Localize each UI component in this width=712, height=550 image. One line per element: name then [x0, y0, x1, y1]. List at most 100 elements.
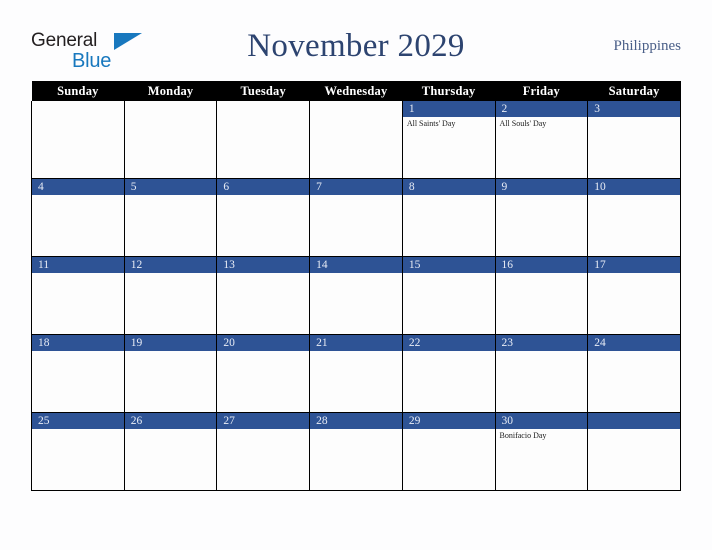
day-cell-content: 21 — [310, 335, 402, 412]
day-events — [217, 351, 309, 353]
day-number-band: 21 — [310, 335, 402, 351]
day-events — [588, 117, 680, 119]
day-cell-content: 9 — [495, 179, 588, 256]
calendar-day-cell[interactable]: 20 — [216, 334, 311, 413]
calendar-day-cell[interactable] — [587, 412, 681, 491]
calendar-day-cell[interactable]: 24 — [587, 334, 681, 413]
day-cell-content: 23 — [495, 335, 588, 412]
day-number-band: 30 — [495, 413, 588, 429]
day-number-band — [217, 101, 310, 117]
day-cell-content: 11 — [32, 257, 124, 334]
day-cell-content: 20 — [217, 335, 310, 412]
day-events: All Souls' Day — [496, 117, 588, 129]
day-number: 11 — [38, 259, 50, 271]
calendar-day-cell[interactable]: 1 All Saints' Day — [401, 101, 496, 179]
calendar-day-cell[interactable] — [31, 101, 125, 179]
day-number-band: 8 — [402, 179, 495, 195]
calendar-day-cell[interactable]: 19 — [123, 334, 218, 413]
day-number-band — [32, 101, 124, 117]
calendar-grid: Sunday Monday Tuesday Wednesday Thursday… — [31, 81, 681, 491]
day-number-band: 15 — [402, 257, 495, 273]
day-number-band: 24 — [588, 335, 680, 351]
calendar-day-cell[interactable]: 22 — [401, 334, 496, 413]
calendar-day-cell[interactable]: 17 — [587, 256, 681, 335]
day-cell-content: 15 — [402, 257, 495, 334]
day-number-band: 1 — [402, 101, 495, 117]
day-events — [32, 117, 124, 119]
calendar-day-cell[interactable]: 16 — [494, 256, 589, 335]
day-cell-content: 7 — [310, 179, 402, 256]
day-events — [217, 117, 309, 119]
day-number: 26 — [130, 415, 143, 427]
day-number: 17 — [594, 259, 606, 271]
weekday-header-friday: Friday — [495, 81, 588, 101]
weekday-header-monday: Monday — [124, 81, 217, 101]
calendar-day-cell[interactable]: 3 — [587, 101, 681, 179]
day-cell-content: 17 — [588, 257, 680, 334]
calendar-day-cell[interactable]: 7 — [309, 178, 403, 257]
calendar-day-cell[interactable]: 10 — [587, 178, 681, 257]
calendar-day-cell[interactable]: 12 — [123, 256, 218, 335]
calendar-day-cell[interactable] — [123, 101, 218, 179]
day-cell-content — [310, 101, 402, 178]
day-cell-content: 8 — [402, 179, 495, 256]
calendar-day-cell[interactable]: 9 — [494, 178, 589, 257]
calendar-day-cell[interactable] — [309, 101, 403, 179]
day-number-band — [588, 413, 680, 429]
day-cell-content: 29 — [402, 413, 495, 490]
calendar-day-cell[interactable]: 18 — [31, 334, 125, 413]
day-events: All Saints' Day — [403, 117, 495, 129]
calendar-day-cell[interactable]: 28 — [309, 412, 403, 491]
day-number: 13 — [223, 259, 235, 271]
day-number-band: 10 — [588, 179, 680, 195]
calendar-day-cell[interactable]: 23 — [494, 334, 589, 413]
day-events — [217, 195, 309, 197]
calendar-day-cell[interactable]: 11 — [31, 256, 125, 335]
day-events — [32, 273, 124, 275]
day-cell-content — [588, 413, 680, 490]
day-number: 5 — [130, 181, 137, 193]
day-cell-content: 6 — [217, 179, 310, 256]
day-events — [217, 429, 309, 431]
calendar-day-cell[interactable]: 25 — [31, 412, 125, 491]
day-cell-content: 3 — [588, 101, 680, 178]
day-cell-content: 28 — [310, 413, 402, 490]
calendar-day-cell[interactable]: 26 — [123, 412, 218, 491]
day-events: Bonifacio Day — [496, 429, 588, 441]
calendar-day-cell[interactable]: 5 — [123, 178, 218, 257]
calendar-day-cell[interactable] — [216, 101, 311, 179]
calendar-day-cell[interactable]: 15 — [401, 256, 496, 335]
calendar-day-cell[interactable]: 30 Bonifacio Day — [494, 412, 589, 491]
calendar-day-cell[interactable]: 13 — [216, 256, 311, 335]
calendar-day-cell[interactable]: 2 All Souls' Day — [494, 101, 589, 179]
calendar-week-row: 25 26 27 28 29 30 Bonifacio Day — [31, 412, 681, 491]
calendar-day-cell[interactable]: 14 — [309, 256, 403, 335]
day-number-band: 11 — [32, 257, 124, 273]
day-number: 4 — [38, 181, 44, 193]
day-number-band: 3 — [588, 101, 680, 117]
day-cell-content: 2 All Souls' Day — [495, 101, 588, 178]
calendar-day-cell[interactable]: 4 — [31, 178, 125, 257]
day-number-band: 14 — [310, 257, 402, 273]
calendar-day-cell[interactable]: 29 — [401, 412, 496, 491]
day-number: 18 — [38, 337, 50, 349]
day-events — [310, 195, 402, 197]
day-events — [588, 273, 680, 275]
day-events — [125, 195, 217, 197]
day-events — [403, 195, 495, 197]
day-number: 23 — [501, 337, 514, 349]
day-number: 21 — [316, 337, 328, 349]
calendar-day-cell[interactable]: 27 — [216, 412, 311, 491]
calendar-day-cell[interactable]: 6 — [216, 178, 311, 257]
day-number-band: 7 — [310, 179, 402, 195]
day-events — [125, 429, 217, 431]
calendar-day-cell[interactable]: 21 — [309, 334, 403, 413]
day-events — [310, 273, 402, 275]
day-events — [125, 273, 217, 275]
calendar-day-cell[interactable]: 8 — [401, 178, 496, 257]
day-cell-content: 22 — [402, 335, 495, 412]
day-events — [496, 273, 588, 275]
day-number: 7 — [316, 181, 322, 193]
day-number: 24 — [594, 337, 606, 349]
day-number-band: 6 — [217, 179, 310, 195]
